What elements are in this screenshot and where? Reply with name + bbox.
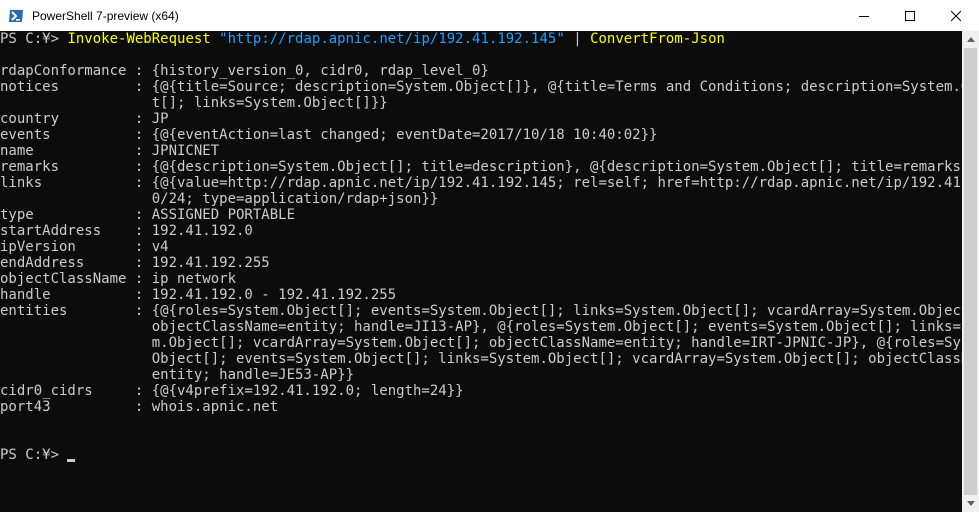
output-line: name : JPNICNET <box>0 143 220 159</box>
output-line: objectClassName=entity; handle=JI13-AP},… <box>0 319 962 335</box>
output-line: rdapConformance : {history_version_0, ci… <box>0 63 489 79</box>
chevron-down-icon <box>966 501 975 506</box>
maximize-button[interactable] <box>887 0 933 31</box>
output-line: objectClassName : ip network <box>0 271 237 287</box>
chevron-up-icon <box>966 37 975 42</box>
output-line: handle : 192.41.192.0 - 192.41.192.255 <box>0 287 397 303</box>
final-prompt: PS C:¥> <box>0 447 68 463</box>
output-line: country : JP <box>0 111 169 127</box>
command-line: PS C:¥> Invoke-WebRequest "http://rdap.a… <box>0 31 962 47</box>
output-line: type : ASSIGNED PORTABLE <box>0 207 296 223</box>
powershell-icon <box>9 9 23 22</box>
cmdlet-convertfrom-json: ConvertFrom-Json <box>590 31 725 47</box>
powershell-window: PowerShell 7-preview (x64) PS C:¥> Invok… <box>0 0 979 512</box>
cmdlet-invoke-webrequest: Invoke-WebRequest <box>67 31 211 47</box>
output-line: t[]; links=System.Object[]}} <box>0 95 388 111</box>
window-controls <box>841 0 979 31</box>
output-line: entity; handle=JE53-AP}} <box>0 367 355 383</box>
output-line: ipVersion : v4 <box>0 239 169 255</box>
scroll-thumb[interactable] <box>964 48 977 495</box>
text-cursor <box>67 459 76 462</box>
close-icon <box>951 10 961 21</box>
output-block: rdapConformance : {history_version_0, ci… <box>0 47 962 447</box>
prompt: PS C:¥> <box>0 31 68 47</box>
output-line: 0/24; type=application/rdap+json}} <box>0 191 439 207</box>
pipe-operator: | <box>573 31 582 47</box>
output-line: events : {@{eventAction=last changed; ev… <box>0 127 658 143</box>
output-line: m.Object[]; vcardArray=System.Object[]; … <box>0 335 962 351</box>
output-line: port43 : whois.apnic.net <box>0 399 279 415</box>
terminal-output[interactable]: PS C:¥> Invoke-WebRequest "http://rdap.a… <box>0 31 962 512</box>
maximize-icon <box>905 10 915 21</box>
output-line: Object[]; events=System.Object[]; links=… <box>0 351 962 367</box>
minimize-icon <box>859 15 869 17</box>
output-line: endAddress : 192.41.192.255 <box>0 255 270 271</box>
output-line: entities : {@{roles=System.Object[]; eve… <box>0 303 962 319</box>
output-line: cidr0_cidrs : {@{v4prefix=192.41.192.0; … <box>0 383 464 399</box>
url-string: "http://rdap.apnic.net/ip/192.41.192.145… <box>219 31 565 47</box>
vertical-scrollbar[interactable] <box>962 31 979 512</box>
close-button[interactable] <box>933 0 979 31</box>
final-prompt-line[interactable]: PS C:¥> <box>0 447 962 463</box>
scroll-up-button[interactable] <box>962 31 979 48</box>
output-line: startAddress : 192.41.192.0 <box>0 223 253 239</box>
output-line: notices : {@{title=Source; description=S… <box>0 79 962 95</box>
title-bar[interactable]: PowerShell 7-preview (x64) <box>0 0 979 31</box>
window-title: PowerShell 7-preview (x64) <box>32 8 179 23</box>
minimize-button[interactable] <box>841 0 887 31</box>
output-line: remarks : {@{description=System.Object[]… <box>0 159 962 175</box>
scroll-down-button[interactable] <box>962 495 979 512</box>
output-line: links : {@{value=http://rdap.apnic.net/i… <box>0 175 962 191</box>
